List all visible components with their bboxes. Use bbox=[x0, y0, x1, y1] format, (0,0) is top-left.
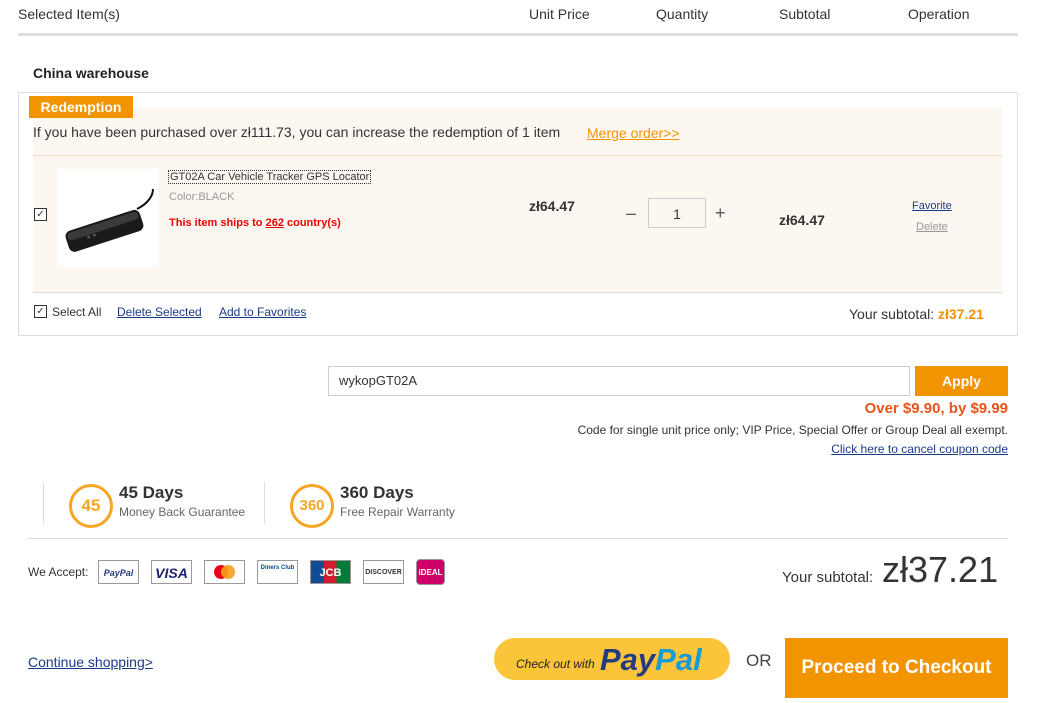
merge-order-link[interactable]: Merge order>> bbox=[587, 125, 680, 141]
summary-subtotal-label: Your subtotal: bbox=[782, 569, 874, 586]
checkmark-icon: ✓ bbox=[36, 305, 45, 317]
badge-45-icon: 45 bbox=[69, 484, 113, 528]
favorite-link[interactable]: Favorite bbox=[912, 200, 952, 212]
header-operation: Operation bbox=[908, 6, 970, 22]
quantity-input[interactable]: 1 bbox=[648, 198, 706, 228]
cart-subtotal: Your subtotal: zł37.21 bbox=[849, 306, 984, 322]
checkmark-icon: ✓ bbox=[36, 208, 45, 220]
coupon-discount: Over $9.90, by $9.99 bbox=[864, 400, 1008, 417]
guarantee-title: 45 Days bbox=[119, 483, 184, 502]
shipping-suffix: country(s) bbox=[283, 217, 341, 229]
guarantee-title: 360 Days bbox=[340, 483, 414, 502]
or-label: OR bbox=[746, 651, 772, 670]
select-all-checkbox[interactable]: ✓ bbox=[34, 305, 47, 318]
badge-360-icon: 360 bbox=[290, 484, 334, 528]
paypal-logo-icon: PayPal bbox=[600, 642, 702, 678]
divider bbox=[33, 292, 1002, 293]
add-to-favorites-link[interactable]: Add to Favorites bbox=[219, 305, 306, 319]
cancel-coupon-link[interactable]: Click here to cancel coupon code bbox=[831, 442, 1008, 456]
decrease-quantity-button[interactable]: – bbox=[626, 203, 636, 224]
shipping-prefix: This item ships to bbox=[169, 217, 266, 229]
guarantee-subtitle: Free Repair Warranty bbox=[340, 505, 455, 519]
redemption-tag: Redemption bbox=[29, 96, 133, 118]
divider bbox=[28, 538, 1008, 539]
delete-link[interactable]: Delete bbox=[916, 221, 948, 233]
header-unit-price: Unit Price bbox=[529, 6, 590, 22]
proceed-to-checkout-button[interactable]: Proceed to Checkout bbox=[785, 638, 1008, 698]
discover-card-icon: DISCOVER bbox=[363, 560, 404, 584]
visa-card-icon: VISA bbox=[151, 560, 192, 584]
paypal-logo-pal: Pal bbox=[655, 642, 702, 677]
header-quantity: Quantity bbox=[656, 6, 709, 22]
paypal-card-icon: PayPal bbox=[98, 560, 139, 584]
cart-subtotal-label: Your subtotal: bbox=[849, 306, 938, 322]
we-accept-label: We Accept: bbox=[28, 565, 89, 579]
divider bbox=[33, 155, 1002, 156]
product-image[interactable] bbox=[57, 169, 159, 267]
diners-club-icon: Diners Club bbox=[257, 560, 298, 584]
gps-tracker-image bbox=[65, 188, 154, 252]
mastercard-icon bbox=[204, 560, 245, 584]
warehouse-title: China warehouse bbox=[33, 65, 149, 81]
shipping-note: This item ships to 262 country(s) bbox=[169, 217, 341, 229]
item-subtotal: zł64.47 bbox=[779, 212, 825, 228]
jcb-card-icon: JCB bbox=[310, 560, 351, 584]
coupon-input[interactable]: wykopGT02A bbox=[328, 366, 910, 396]
cart-subtotal-value: zł37.21 bbox=[938, 306, 984, 322]
header-selected-items: Selected Item(s) bbox=[18, 6, 120, 22]
delete-selected-link[interactable]: Delete Selected bbox=[117, 305, 202, 319]
item-checkbox[interactable]: ✓ bbox=[34, 208, 47, 221]
product-color: Color:BLACK bbox=[169, 191, 235, 203]
unit-price: zł64.47 bbox=[529, 198, 575, 214]
mastercard-circles bbox=[214, 565, 235, 579]
paypal-checkout-label: Check out with bbox=[516, 657, 595, 671]
paypal-checkout-button[interactable]: Check out with PayPal bbox=[494, 638, 730, 680]
header-subtotal: Subtotal bbox=[779, 6, 831, 22]
coupon-note: Code for single unit price only; VIP Pri… bbox=[577, 423, 1008, 437]
guarantee-subtitle: Money Back Guarantee bbox=[119, 505, 246, 519]
ideal-card-icon: iDEAL bbox=[416, 559, 445, 585]
select-all-label[interactable]: Select All bbox=[52, 305, 101, 319]
redemption-text: If you have been purchased over zł111.73… bbox=[33, 124, 561, 140]
continue-shopping-link[interactable]: Continue shopping> bbox=[28, 654, 153, 670]
summary-subtotal-value: zł37.21 bbox=[882, 549, 999, 590]
header-divider bbox=[18, 33, 1018, 36]
apply-coupon-button[interactable]: Apply bbox=[915, 366, 1008, 396]
paypal-logo-pay: Pay bbox=[600, 642, 656, 677]
country-count-link[interactable]: 262 bbox=[266, 217, 284, 229]
increase-quantity-button[interactable]: + bbox=[715, 203, 726, 224]
product-title[interactable]: GT02A Car Vehicle Tracker GPS Locator bbox=[168, 170, 372, 184]
